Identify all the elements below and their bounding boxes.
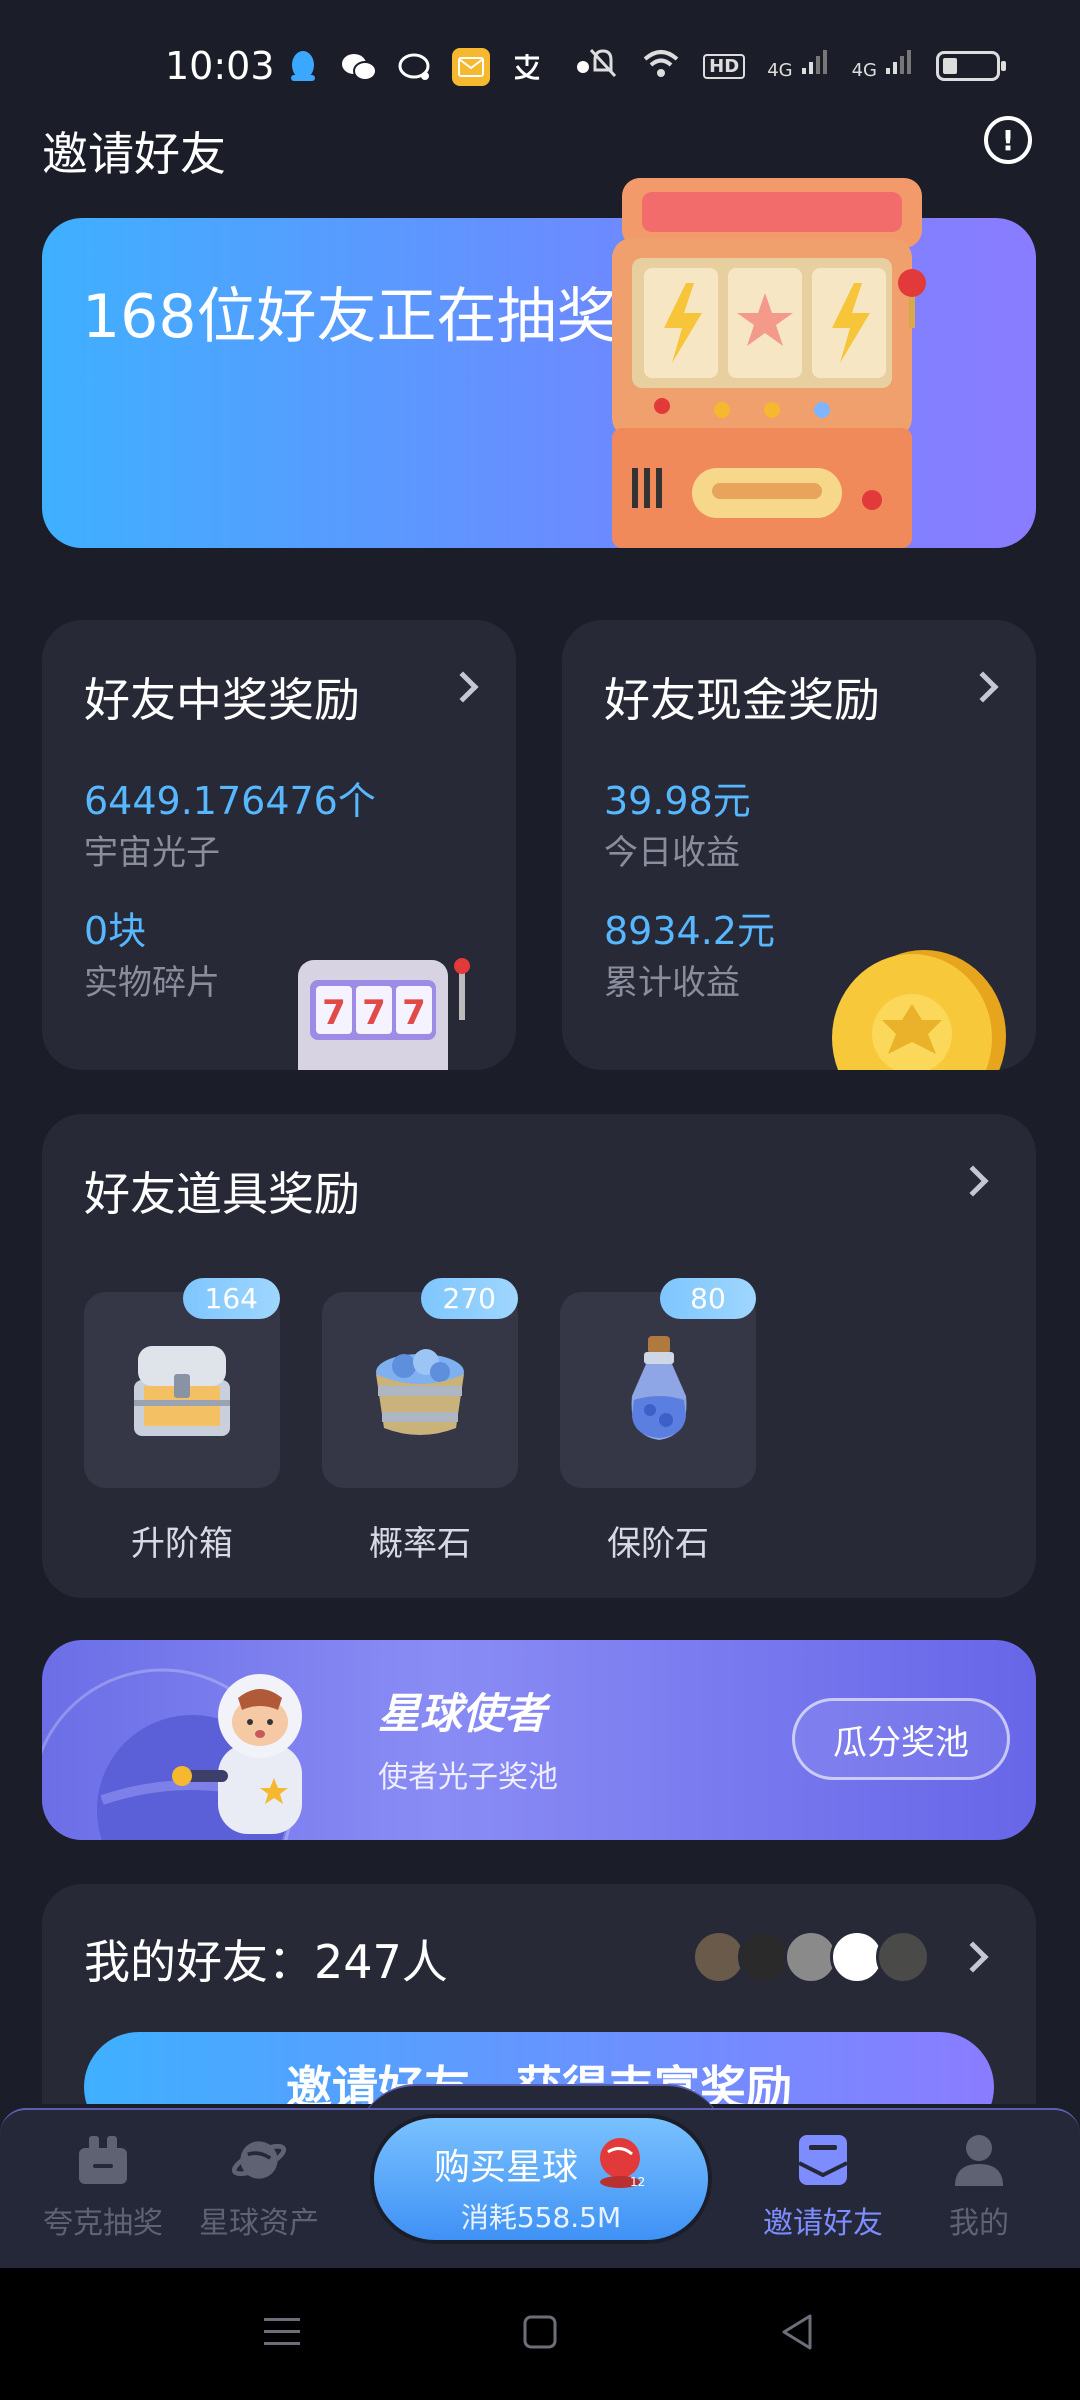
item-count-badge: 164	[182, 1278, 280, 1319]
friend-cash-reward-card[interactable]: 好友现金奖励 39.98元 今日收益 8934.2元 累计收益	[562, 620, 1036, 1070]
nav-label: 邀请好友	[763, 2206, 883, 2241]
gold-coin-icon	[832, 950, 1006, 1070]
total-earnings-value: 8934.2元	[604, 909, 775, 953]
alipay-icon	[508, 48, 546, 86]
treasure-chest-icon	[134, 1346, 230, 1436]
slot-machine-icon	[612, 178, 926, 548]
banner-text: 168位好友正在抽奖	[82, 282, 617, 352]
total-earnings-label: 累计收益	[604, 963, 740, 1003]
status-time: 10:03	[165, 44, 275, 88]
astronaut-planet-icon	[42, 1668, 302, 1840]
buy-planet-label: 购买星球	[434, 2147, 579, 2188]
nav-label: 星球资产	[199, 2206, 319, 2241]
slot-777-icon: 7 7 7	[298, 958, 470, 1070]
exclamation-icon: !	[1001, 123, 1015, 157]
planet-icon	[231, 2132, 287, 2188]
signal-label-1: 4G	[767, 60, 793, 81]
nav-invite-friends[interactable]: 邀请好友	[748, 2132, 898, 2242]
page-title: 邀请好友	[42, 127, 226, 181]
ambassador-subtitle: 使者光子奖池	[378, 1760, 558, 1795]
svg-text:7: 7	[362, 993, 386, 1033]
item-probability-stone[interactable]: 270	[322, 1278, 518, 1488]
person-icon	[951, 2132, 1007, 2188]
back-icon[interactable]	[778, 2312, 818, 2352]
notification-icons	[284, 48, 602, 86]
hd-badge: HD	[703, 53, 746, 79]
item-protect-stone[interactable]: 80	[560, 1278, 756, 1488]
ambassador-title: 星球使者	[378, 1689, 547, 1738]
today-earnings-label: 今日收益	[604, 833, 740, 873]
chat-bubble-icon	[396, 48, 434, 86]
avatar	[876, 1930, 930, 1984]
nav-label: 我的	[949, 2206, 1009, 2241]
svg-text:7: 7	[402, 993, 426, 1033]
today-earnings-value: 39.98元	[604, 779, 751, 823]
chevron-right-icon	[967, 671, 999, 703]
photon-label: 宇宙光子	[84, 833, 220, 873]
item-count-badge: 80	[660, 1278, 756, 1319]
menu-icon[interactable]	[262, 2312, 302, 2352]
potion-bottle-icon	[631, 1336, 687, 1440]
planet-ambassador-banner[interactable]: 星球使者 使者光子奖池 瓜分奖池	[42, 1640, 1036, 1840]
friend-item-reward-card[interactable]: 好友道具奖励 164 升阶箱 270 概率石 80 保阶石	[42, 1114, 1036, 1598]
nav-lottery[interactable]: 夸克抽奖	[28, 2132, 178, 2242]
red-planet-icon: 12	[600, 2138, 645, 2189]
home-icon[interactable]	[520, 2312, 560, 2352]
signal-label-2: 4G	[851, 60, 877, 81]
fragment-label: 实物碎片	[84, 963, 220, 1003]
share-pool-button[interactable]: 瓜分奖池	[792, 1698, 1010, 1780]
wifi-icon	[641, 47, 681, 85]
planet-level-badge: 12	[630, 2175, 645, 2189]
my-friends-card[interactable]: 我的好友：247人 邀请好友，获得丰富奖励	[42, 1884, 1036, 2104]
buy-planet-button[interactable]: 购买星球 12 消耗558.5M	[370, 2114, 712, 2244]
lottery-banner[interactable]: 168位好友正在抽奖	[42, 178, 1036, 548]
invite-envelope-icon	[795, 2132, 851, 2188]
system-nav-bar	[0, 2268, 1080, 2400]
info-button[interactable]: !	[984, 116, 1032, 164]
signal-4g-icon: 4G	[767, 50, 829, 82]
card-title: 好友道具奖励	[84, 1167, 360, 1221]
system-indicators: HD 4G 4G	[587, 46, 1006, 86]
fragment-value: 0块	[84, 909, 147, 953]
nav-planet-assets[interactable]: 星球资产	[184, 2132, 334, 2242]
mail-icon	[452, 48, 490, 86]
photon-value: 6449.176476个	[84, 779, 376, 823]
item-upgrade-box[interactable]: 164	[84, 1278, 280, 1488]
card-title: 好友中奖奖励	[84, 673, 360, 727]
signal-4g-icon-2: 4G	[852, 50, 914, 82]
item-name: 升阶箱	[131, 1524, 233, 1564]
item-name: 概率石	[369, 1524, 471, 1564]
friend-avatars	[692, 1930, 930, 1984]
stone-bucket-icon	[376, 1349, 464, 1435]
gift-box-icon	[75, 2132, 131, 2188]
item-name: 保阶石	[607, 1524, 709, 1564]
friends-count: 我的好友：247人	[84, 1935, 448, 1989]
chevron-right-icon	[447, 671, 479, 703]
card-title: 好友现金奖励	[604, 673, 880, 727]
friend-prize-reward-card[interactable]: 好友中奖奖励 6449.176476个 宇宙光子 0块 实物碎片 7 7 7	[42, 620, 516, 1070]
mute-bell-icon	[587, 46, 619, 86]
nav-label: 夸克抽奖	[43, 2206, 163, 2241]
wechat-icon	[340, 48, 378, 86]
chevron-right-icon	[957, 1941, 989, 1973]
svg-text:7: 7	[322, 993, 346, 1033]
qq-icon	[284, 48, 322, 86]
nav-me[interactable]: 我的	[904, 2132, 1054, 2242]
chevron-right-icon	[957, 1165, 989, 1197]
buy-planet-cost: 消耗558.5M	[460, 2201, 622, 2234]
battery-icon	[936, 51, 1006, 81]
item-count-badge: 270	[420, 1278, 518, 1319]
